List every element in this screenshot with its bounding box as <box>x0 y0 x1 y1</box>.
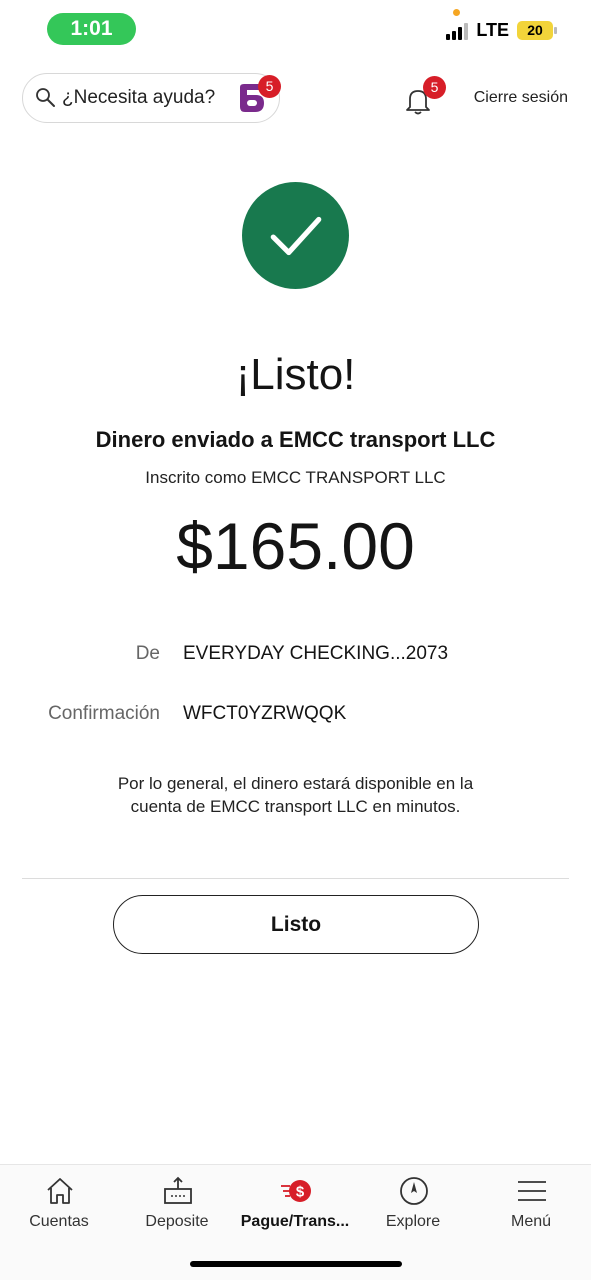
from-account-value: EVERYDAY CHECKING...2073 <box>183 643 449 664</box>
confirmation-label: Confirmación <box>48 703 160 724</box>
success-title: ¡Listo! <box>235 350 356 399</box>
battery-icon: 20 <box>517 21 557 40</box>
nav-item-pay-transfer[interactable]: $ Pague/Trans... <box>236 1165 354 1245</box>
status-bar: 1:01 LTE 20 <box>0 0 591 58</box>
nav-item-deposit[interactable]: Deposite <box>118 1165 236 1245</box>
signal-icon <box>446 22 469 40</box>
fargo-assistant-button[interactable]: 5 <box>236 75 281 115</box>
nav-label-accounts: Cuentas <box>29 1213 89 1230</box>
done-button[interactable]: Listo <box>113 895 479 954</box>
compass-icon <box>400 1177 428 1205</box>
nav-label-deposit: Deposite <box>145 1213 209 1230</box>
divider <box>22 878 569 879</box>
notifications-button[interactable]: 5 <box>402 76 446 116</box>
transfer-amount: $165.00 <box>176 509 415 583</box>
status-indicators: LTE 20 <box>446 20 557 41</box>
nav-item-explore[interactable]: Explore <box>354 1165 472 1245</box>
nav-label-explore: Explore <box>385 1213 441 1230</box>
from-label: De <box>135 643 160 664</box>
home-indicator[interactable] <box>190 1261 402 1267</box>
deposit-icon <box>164 1176 192 1204</box>
svg-text:$: $ <box>296 1184 305 1201</box>
recipient-heading: Dinero enviado a EMCC transport LLC <box>95 427 496 452</box>
search-icon <box>36 88 55 107</box>
battery-level: 20 <box>527 22 543 38</box>
nav-label-pay-transfer: Pague/Trans... <box>240 1213 350 1230</box>
home-icon <box>47 1178 73 1204</box>
privacy-indicator <box>453 9 460 16</box>
search-placeholder: ¿Necesita ayuda? <box>62 87 216 108</box>
enrolled-as-text: Inscrito como EMCC TRANSPORT LLC <box>145 468 446 487</box>
status-time: 1:01 <box>47 13 136 45</box>
availability-note: Por lo general, el dinero estará disponi… <box>117 774 474 816</box>
assistant-count-badge: 5 <box>258 75 281 98</box>
nav-label-menu: Menú <box>510 1213 552 1230</box>
network-label: LTE <box>476 20 509 40</box>
logout-link[interactable]: Cierre sesión <box>474 89 568 107</box>
nav-item-accounts[interactable]: Cuentas <box>0 1165 118 1245</box>
nav-item-menu[interactable]: Menú <box>472 1165 590 1245</box>
pay-transfer-icon: $ <box>281 1180 311 1202</box>
success-check-icon <box>242 182 349 289</box>
hamburger-menu-icon <box>518 1181 546 1201</box>
checkmark-icon <box>270 216 321 255</box>
notifications-count-badge: 5 <box>423 76 446 99</box>
confirmation-number-value: WFCT0YZRWQQK <box>183 703 347 724</box>
